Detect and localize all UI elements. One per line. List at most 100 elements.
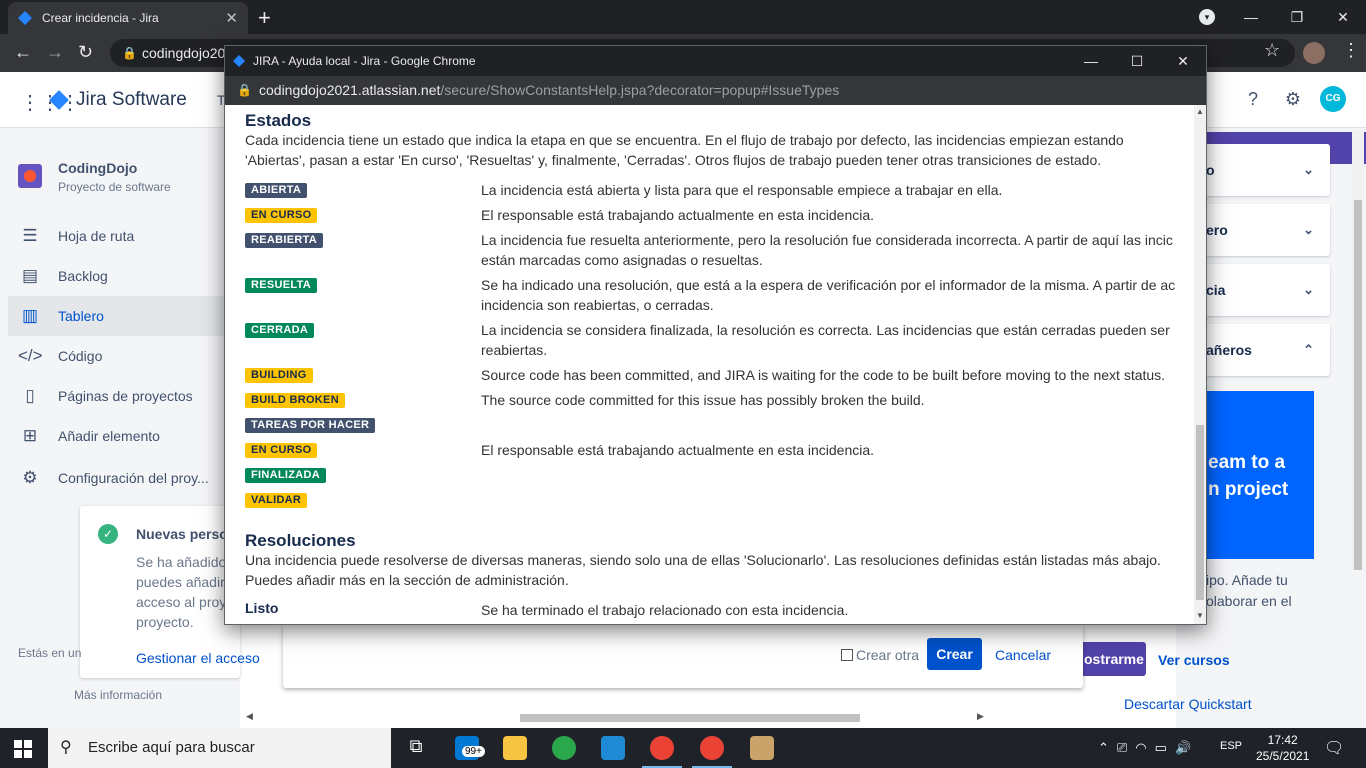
show-me-button[interactable]: ostrarme xyxy=(1080,642,1146,676)
status-description: Se ha indicado una resolución, que está … xyxy=(481,277,1176,313)
scrollbar-thumb[interactable] xyxy=(520,714,860,722)
battery-icon[interactable]: ▭ xyxy=(1155,740,1167,756)
windows-start-icon[interactable] xyxy=(14,740,32,758)
board-horizontal-scrollbar[interactable]: ◀ ▶ xyxy=(240,710,990,726)
scroll-up-icon[interactable]: ▲ xyxy=(1196,107,1204,116)
address-text: codingdojo20 xyxy=(142,45,226,61)
status-description: The source code committed for this issue… xyxy=(481,392,925,408)
status-lozenge: EN CURSO xyxy=(245,443,318,458)
mail-badge: 99+ xyxy=(462,746,485,757)
back-icon[interactable]: ← xyxy=(14,42,32,63)
checkbox-icon[interactable] xyxy=(841,649,853,661)
chrome-menu-icon[interactable]: ⋮ xyxy=(1342,40,1360,61)
status-description: La incidencia está abierta y lista para … xyxy=(481,182,1003,198)
popup-vertical-scrollbar[interactable]: ▲ ▼ xyxy=(1194,105,1206,624)
notifications-icon[interactable]: 🗨 xyxy=(1324,738,1344,758)
file-explorer-icon[interactable] xyxy=(503,736,527,760)
search-icon: ⚲ xyxy=(60,739,72,756)
browser-tab-active[interactable]: Crear incidencia - Jira ✕ xyxy=(8,2,248,34)
sidebar-item-label: Páginas de proyectos xyxy=(58,388,193,404)
close-window-icon[interactable]: ✕ xyxy=(1160,46,1206,76)
volume-icon[interactable]: 🔊 xyxy=(1175,740,1191,756)
sidebar-item-add[interactable]: ⊞ Añadir elemento xyxy=(8,416,240,456)
close-tab-icon[interactable]: ✕ xyxy=(225,9,238,27)
restore-icon[interactable]: ❐ xyxy=(1274,0,1320,34)
system-tray: ⌃ ⎚ ◠ ▭ 🔊 xyxy=(1098,728,1191,768)
status-lozenge: REABIERTA xyxy=(245,233,324,248)
scroll-left-icon[interactable]: ◀ xyxy=(246,711,253,722)
status-lozenge: BUILDING xyxy=(245,368,313,383)
sidebar-item-board[interactable]: ▥ Tablero xyxy=(8,296,240,336)
forward-icon[interactable]: → xyxy=(46,42,64,63)
jira-logo[interactable]: Jira Software T xyxy=(49,89,225,111)
status-lozenge: VALIDAR xyxy=(245,493,308,508)
taskbar-search-input[interactable]: ⚲ Escribe aquí para buscar xyxy=(48,728,391,768)
maximize-icon[interactable]: ☐ xyxy=(1114,46,1160,76)
minimize-icon[interactable]: — xyxy=(1068,46,1114,76)
popup-title-bar: JIRA - Ayuda local - Jira - Google Chrom… xyxy=(225,46,1206,76)
vscode-icon[interactable] xyxy=(601,736,625,760)
board-icon: ▥ xyxy=(21,306,39,325)
device-icon[interactable]: ⎚ xyxy=(1117,740,1127,756)
edge-browser-icon[interactable] xyxy=(552,736,576,760)
url-host: codingdojo2021.atlassian.net xyxy=(259,82,441,98)
view-courses-link[interactable]: Ver cursos xyxy=(1158,652,1230,668)
chrome-icon[interactable] xyxy=(650,736,674,760)
backlog-icon: ▤ xyxy=(21,266,39,285)
scrollbar-thumb[interactable] xyxy=(1354,200,1362,570)
input-language[interactable]: ESP xyxy=(1220,740,1242,752)
pages-icon: ▯ xyxy=(25,386,35,405)
chevron-up-icon: ⌃ xyxy=(1303,342,1314,357)
paint-icon[interactable] xyxy=(750,736,774,760)
lock-icon: 🔒 xyxy=(237,83,252,97)
help-icon[interactable]: ? xyxy=(1240,86,1266,112)
sidebar-item-backlog[interactable]: ▤ Backlog xyxy=(8,256,240,296)
popup-address-bar[interactable]: 🔒 codingdojo2021.atlassian.net/secure/Sh… xyxy=(225,76,1206,105)
scrollbar-thumb[interactable] xyxy=(1196,425,1204,600)
new-tab-button[interactable]: + xyxy=(258,5,271,31)
status-description: La incidencia fue resuelta anteriormente… xyxy=(481,232,1173,268)
gear-icon[interactable]: ⚙ xyxy=(1280,86,1306,112)
sidebar-item-code[interactable]: </> Código xyxy=(8,336,240,376)
quickstart-card-label: cia xyxy=(1206,282,1226,298)
status-lozenge: RESUELTA xyxy=(245,278,318,293)
browser-tab-strip: Crear incidencia - Jira ✕ + ▾ — ❐ ✕ xyxy=(0,0,1366,34)
close-window-icon[interactable]: ✕ xyxy=(1320,0,1366,34)
scroll-down-icon[interactable]: ▼ xyxy=(1196,611,1204,620)
scroll-right-icon[interactable]: ▶ xyxy=(977,711,984,722)
wifi-icon[interactable]: ◠ xyxy=(1135,740,1146,756)
user-avatar[interactable]: CG xyxy=(1320,86,1346,112)
sidebar-item-pages[interactable]: ▯ Páginas de proyectos xyxy=(8,376,240,416)
sidebar-item-roadmap[interactable]: ☰ Hoja de ruta xyxy=(8,216,240,256)
dismiss-quickstart-link[interactable]: Descartar Quickstart xyxy=(1124,696,1252,712)
more-info-link[interactable]: Más información xyxy=(74,688,162,702)
quickstart-scrollbar[interactable] xyxy=(1352,130,1364,570)
reload-icon[interactable]: ↻ xyxy=(78,42,93,63)
chrome-icon[interactable] xyxy=(700,736,724,760)
tab-search-icon[interactable]: ▾ xyxy=(1199,9,1215,25)
resoluciones-heading: Resoluciones xyxy=(245,531,356,550)
access-card-title: Nuevas person xyxy=(136,526,237,542)
sidebar-item-settings[interactable]: ⚙ Configuración del proy... xyxy=(8,458,240,498)
cancel-button[interactable]: Cancelar xyxy=(995,647,1051,663)
project-header[interactable]: CodingDojo Proyecto de software xyxy=(18,160,171,194)
quickstart-card-label: o xyxy=(1206,162,1215,178)
manage-access-link[interactable]: Gestionar el acceso xyxy=(136,650,260,666)
chevron-down-icon: ⌄ xyxy=(1303,222,1314,237)
profile-avatar[interactable] xyxy=(1303,42,1325,64)
quickstart-card-label: añeros xyxy=(1206,342,1252,358)
task-view-icon[interactable]: ⧉ xyxy=(404,736,428,760)
minimize-icon[interactable]: — xyxy=(1228,0,1274,34)
project-avatar-icon xyxy=(18,164,42,188)
chevron-up-icon[interactable]: ⌃ xyxy=(1098,740,1109,756)
window-controls: — ❐ ✕ xyxy=(1228,0,1366,34)
estados-intro: Cada incidencia tiene un estado que indi… xyxy=(245,132,1124,168)
status-description: Source code has been committed, and JIRA… xyxy=(481,367,1166,383)
create-another-checkbox[interactable]: Crear otra xyxy=(841,647,919,663)
url-path: /secure/ShowConstantsHelp.jspa?decorator… xyxy=(440,82,840,98)
system-clock[interactable]: 17:42 25/5/2021 xyxy=(1256,732,1309,764)
bookmark-star-icon[interactable]: ☆ xyxy=(1264,40,1280,61)
create-button[interactable]: Crear xyxy=(927,638,982,670)
help-content: Estados Cada incidencia tiene un estado … xyxy=(225,105,1194,624)
status-lozenge: ABIERTA xyxy=(245,183,308,198)
